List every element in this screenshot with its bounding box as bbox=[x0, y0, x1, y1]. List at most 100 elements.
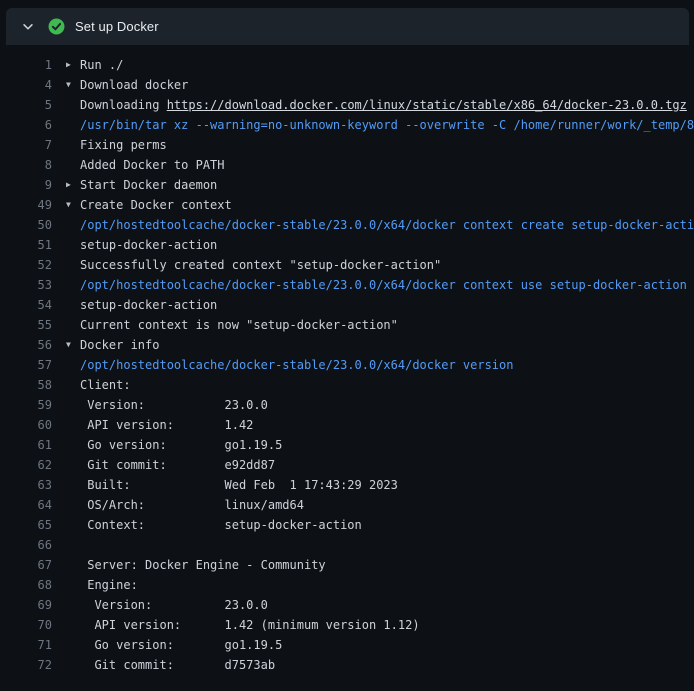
line-number[interactable]: 65 bbox=[0, 515, 52, 535]
log-text-segment: Downloading bbox=[80, 98, 167, 112]
log-text-segment: Context: setup-docker-action bbox=[80, 518, 362, 532]
arrow-spacer bbox=[66, 635, 80, 655]
line-number[interactable]: 5 bbox=[0, 95, 52, 115]
arrow-spacer bbox=[66, 155, 80, 175]
log-text: Create Docker context bbox=[80, 195, 232, 215]
log-text-segment: Start Docker daemon bbox=[80, 178, 217, 192]
log-text: /opt/hostedtoolcache/docker-stable/23.0.… bbox=[80, 355, 513, 375]
log-line: 58 Client: bbox=[0, 375, 694, 395]
log-text-segment: Create Docker context bbox=[80, 198, 232, 212]
line-number[interactable]: 8 bbox=[0, 155, 52, 175]
log-text-segment: Engine: bbox=[80, 578, 138, 592]
log-line: 59 Version: 23.0.0 bbox=[0, 395, 694, 415]
line-number[interactable]: 61 bbox=[0, 435, 52, 455]
line-number[interactable]: 53 bbox=[0, 275, 52, 295]
line-number[interactable]: 51 bbox=[0, 235, 52, 255]
arrow-spacer bbox=[66, 135, 80, 155]
arrow-spacer bbox=[66, 595, 80, 615]
line-number[interactable]: 62 bbox=[0, 455, 52, 475]
line-number[interactable]: 60 bbox=[0, 415, 52, 435]
line-number[interactable]: 50 bbox=[0, 215, 52, 235]
arrow-spacer bbox=[66, 655, 80, 675]
log-line: 51setup-docker-action bbox=[0, 235, 694, 255]
line-number[interactable]: 71 bbox=[0, 635, 52, 655]
log-line: 65 Context: setup-docker-action bbox=[0, 515, 694, 535]
log-line: 62 Git commit: e92dd87 bbox=[0, 455, 694, 475]
arrow-spacer bbox=[66, 375, 80, 395]
log-line: 71 Go version: go1.19.5 bbox=[0, 635, 694, 655]
chevron-down-icon[interactable] bbox=[20, 19, 36, 35]
arrow-spacer bbox=[66, 455, 80, 475]
log-text-segment: Fixing perms bbox=[80, 138, 167, 152]
log-text-segment: Current context is now "setup-docker-act… bbox=[80, 318, 398, 332]
line-number[interactable]: 67 bbox=[0, 555, 52, 575]
line-number[interactable]: 64 bbox=[0, 495, 52, 515]
log-text: /opt/hostedtoolcache/docker-stable/23.0.… bbox=[80, 215, 694, 235]
line-number[interactable]: 55 bbox=[0, 315, 52, 335]
log-line[interactable]: 1▶Run ./ bbox=[0, 55, 694, 75]
log-line: 8Added Docker to PATH bbox=[0, 155, 694, 175]
line-number[interactable]: 66 bbox=[0, 535, 52, 555]
log-text: Go version: go1.19.5 bbox=[80, 435, 282, 455]
log-line[interactable]: 49 ▼Create Docker context bbox=[0, 195, 694, 215]
log-text-segment: API version: 1.42 bbox=[80, 418, 253, 432]
log-line: 61 Go version: go1.19.5 bbox=[0, 435, 694, 455]
step-header[interactable]: Set up Docker bbox=[6, 8, 689, 45]
log-text: Client: bbox=[80, 375, 131, 395]
line-number[interactable]: 7 bbox=[0, 135, 52, 155]
arrow-spacer bbox=[66, 435, 80, 455]
line-number[interactable]: 56 bbox=[0, 335, 52, 355]
group-collapsed-icon[interactable]: ▶ bbox=[66, 55, 80, 75]
arrow-spacer bbox=[66, 415, 80, 435]
log-line: 69 Version: 23.0.0 bbox=[0, 595, 694, 615]
line-number[interactable]: 1 bbox=[0, 55, 52, 75]
log-line[interactable]: 56 ▼Docker info bbox=[0, 335, 694, 355]
log-text: Engine: bbox=[80, 575, 138, 595]
line-number[interactable]: 58 bbox=[0, 375, 52, 395]
line-number[interactable]: 49 bbox=[0, 195, 52, 215]
log-text: Go version: go1.19.5 bbox=[80, 635, 282, 655]
arrow-spacer bbox=[66, 255, 80, 275]
log-text: Server: Docker Engine - Community bbox=[80, 555, 326, 575]
log-line[interactable]: 4▼Download docker bbox=[0, 75, 694, 95]
log-text: Version: 23.0.0 bbox=[80, 595, 268, 615]
log-text-segment: OS/Arch: linux/amd64 bbox=[80, 498, 304, 512]
success-check-icon bbox=[48, 18, 65, 35]
log-link[interactable]: https://download.docker.com/linux/static… bbox=[167, 98, 687, 112]
line-number[interactable]: 52 bbox=[0, 255, 52, 275]
log-text: Built: Wed Feb 1 17:43:29 2023 bbox=[80, 475, 398, 495]
log-text: API version: 1.42 bbox=[80, 415, 253, 435]
group-collapsed-icon[interactable]: ▶ bbox=[66, 175, 80, 195]
line-number[interactable]: 57 bbox=[0, 355, 52, 375]
log-text: OS/Arch: linux/amd64 bbox=[80, 495, 304, 515]
group-expanded-icon[interactable]: ▼ bbox=[66, 335, 80, 355]
log-line: 53/opt/hostedtoolcache/docker-stable/23.… bbox=[0, 275, 694, 295]
arrow-spacer bbox=[66, 115, 80, 135]
line-number[interactable]: 6 bbox=[0, 115, 52, 135]
log-line: 5 Downloading https://download.docker.com… bbox=[0, 95, 694, 115]
log-line[interactable]: 9 ▶Start Docker daemon bbox=[0, 175, 694, 195]
log-text: Context: setup-docker-action bbox=[80, 515, 362, 535]
log-text: Git commit: e92dd87 bbox=[80, 455, 275, 475]
log-text: Docker info bbox=[80, 335, 159, 355]
arrow-spacer bbox=[66, 615, 80, 635]
step-title: Set up Docker bbox=[75, 19, 159, 34]
group-expanded-icon[interactable]: ▼ bbox=[66, 75, 80, 95]
line-number[interactable]: 9 bbox=[0, 175, 52, 195]
line-number[interactable]: 54 bbox=[0, 295, 52, 315]
log-line: 52Successfully created context "setup-do… bbox=[0, 255, 694, 275]
log-line: 64 OS/Arch: linux/amd64 bbox=[0, 495, 694, 515]
arrow-spacer bbox=[66, 395, 80, 415]
line-number[interactable]: 69 bbox=[0, 595, 52, 615]
log-text-segment: Go version: go1.19.5 bbox=[80, 438, 282, 452]
line-number[interactable]: 63 bbox=[0, 475, 52, 495]
line-number[interactable]: 70 bbox=[0, 615, 52, 635]
log-line: 7 Fixing perms bbox=[0, 135, 694, 155]
line-number[interactable]: 68 bbox=[0, 575, 52, 595]
line-number[interactable]: 4 bbox=[0, 75, 52, 95]
log-text-segment: Go version: go1.19.5 bbox=[80, 638, 282, 652]
line-number[interactable]: 59 bbox=[0, 395, 52, 415]
group-expanded-icon[interactable]: ▼ bbox=[66, 195, 80, 215]
line-number[interactable]: 72 bbox=[0, 655, 52, 675]
log-text-segment: Client: bbox=[80, 378, 131, 392]
